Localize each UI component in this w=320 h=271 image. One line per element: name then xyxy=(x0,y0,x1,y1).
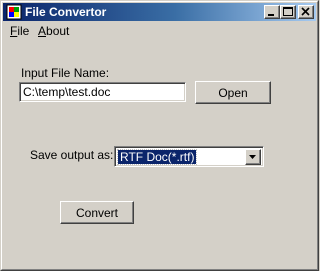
window-title: File Convertor xyxy=(25,5,107,19)
chevron-down-icon xyxy=(249,155,256,159)
title-bar[interactable]: File Convertor xyxy=(3,3,316,21)
close-icon xyxy=(301,7,310,16)
input-file-field[interactable] xyxy=(19,82,186,102)
maximize-button[interactable] xyxy=(280,5,296,19)
app-window: File Convertor File About Input File Nam… xyxy=(0,0,319,271)
convert-button[interactable]: Convert xyxy=(60,201,134,224)
app-icon[interactable] xyxy=(6,4,22,20)
menu-about[interactable]: About xyxy=(35,24,72,39)
open-button[interactable]: Open xyxy=(195,81,271,104)
maximize-icon xyxy=(283,7,293,16)
minimize-button[interactable] xyxy=(264,5,280,19)
output-format-selected: RTF Doc(*.rtf) xyxy=(116,149,198,165)
save-output-label: Save output as: xyxy=(30,148,114,162)
window-frame xyxy=(1,1,318,270)
close-button[interactable] xyxy=(298,5,314,19)
dropdown-button[interactable] xyxy=(245,149,261,165)
menu-bar: File About xyxy=(3,22,316,41)
output-format-select[interactable]: RTF Doc(*.rtf) xyxy=(114,146,264,167)
minimize-icon xyxy=(268,14,274,16)
input-file-label: Input File Name: xyxy=(21,66,110,80)
menu-file[interactable]: File xyxy=(7,24,32,39)
